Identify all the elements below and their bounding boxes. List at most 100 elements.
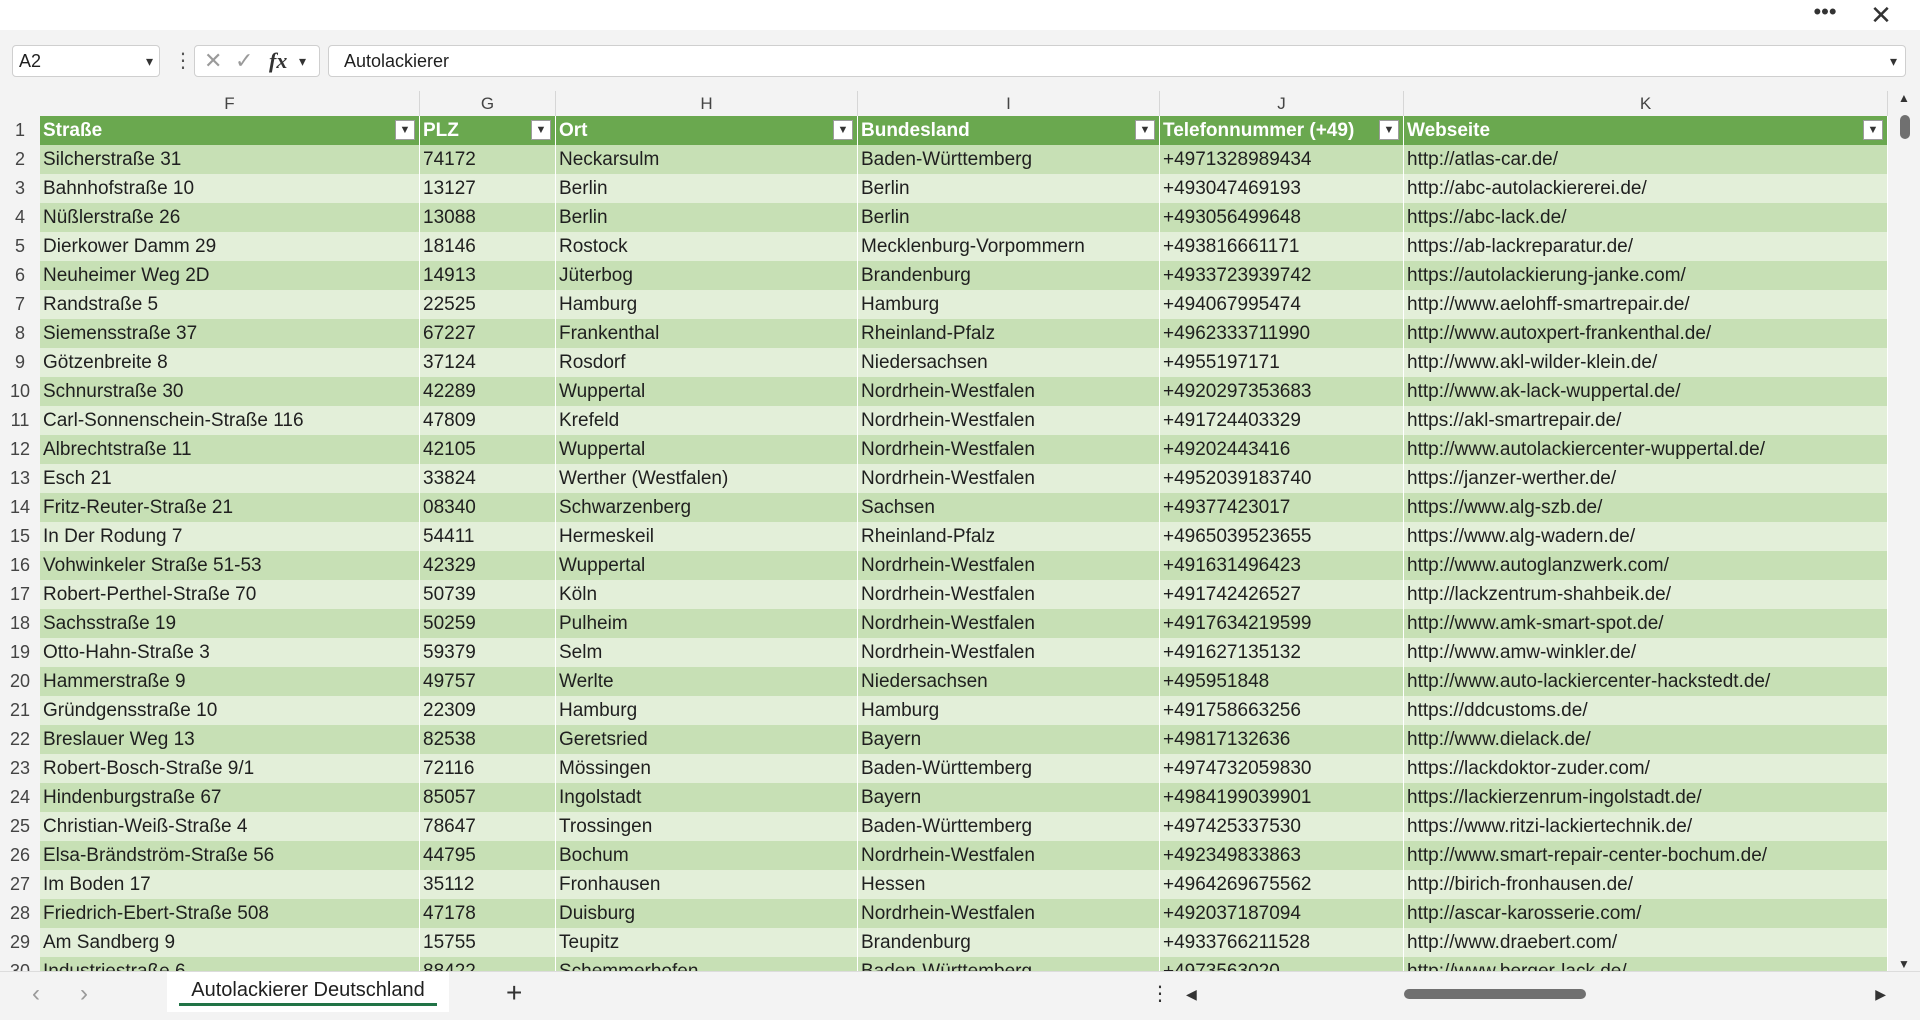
row-header[interactable]: 6 xyxy=(0,261,40,290)
row-header[interactable]: 18 xyxy=(0,609,40,638)
cell-ort[interactable]: Hamburg xyxy=(556,290,858,319)
row-header[interactable]: 15 xyxy=(0,522,40,551)
cell-webseite[interactable]: https://ddcustoms.de/ xyxy=(1404,696,1888,725)
header-cell-ort[interactable]: Ort ▼ xyxy=(556,116,858,145)
cell-telefonnummer[interactable]: +491627135132 xyxy=(1160,638,1404,667)
cell-bundesland[interactable]: Sachsen xyxy=(858,493,1160,522)
row-header[interactable]: 20 xyxy=(0,667,40,696)
cell-telefonnummer[interactable]: +491742426527 xyxy=(1160,580,1404,609)
filter-dropdown-icon[interactable]: ▼ xyxy=(1863,120,1883,140)
cell-strasse[interactable]: Vohwinkeler Straße 51-53 xyxy=(40,551,420,580)
row-header[interactable]: 23 xyxy=(0,754,40,783)
cell-strasse[interactable]: In Der Rodung 7 xyxy=(40,522,420,551)
cell-strasse[interactable]: Im Boden 17 xyxy=(40,870,420,899)
cell-ort[interactable]: Duisburg xyxy=(556,899,858,928)
cell-strasse[interactable]: Siemensstraße 37 xyxy=(40,319,420,348)
filter-dropdown-icon[interactable]: ▼ xyxy=(1135,120,1155,140)
cell-telefonnummer[interactable]: +4952039183740 xyxy=(1160,464,1404,493)
cell-ort[interactable]: Köln xyxy=(556,580,858,609)
cell-bundesland[interactable]: Nordrhein-Westfalen xyxy=(858,580,1160,609)
cell-ort[interactable]: Rosdorf xyxy=(556,348,858,377)
row-header[interactable]: 11 xyxy=(0,406,40,435)
formula-input[interactable]: Autolackierer ▾ xyxy=(328,45,1906,77)
cell-telefonnummer[interactable]: +494067995474 xyxy=(1160,290,1404,319)
row-header[interactable]: 8 xyxy=(0,319,40,348)
horizontal-scroll-thumb[interactable] xyxy=(1404,989,1586,999)
scroll-down-icon[interactable]: ▼ xyxy=(1898,957,1910,971)
cell-bundesland[interactable]: Hessen xyxy=(858,870,1160,899)
cell-telefonnummer[interactable]: +49377423017 xyxy=(1160,493,1404,522)
row-header[interactable]: 16 xyxy=(0,551,40,580)
filter-dropdown-icon[interactable]: ▼ xyxy=(531,120,551,140)
cell-strasse[interactable]: Silcherstraße 31 xyxy=(40,145,420,174)
cell-ort[interactable]: Schemmerhofen xyxy=(556,957,858,971)
cell-telefonnummer[interactable]: +4974732059830 xyxy=(1160,754,1404,783)
cell-ort[interactable]: Selm xyxy=(556,638,858,667)
cell-plz[interactable]: 22309 xyxy=(420,696,556,725)
cell-ort[interactable]: Werther (Westfalen) xyxy=(556,464,858,493)
row-header[interactable]: 25 xyxy=(0,812,40,841)
cell-ort[interactable]: Frankenthal xyxy=(556,319,858,348)
cell-telefonnummer[interactable]: +491631496423 xyxy=(1160,551,1404,580)
cell-webseite[interactable]: http://www.akl-wilder-klein.de/ xyxy=(1404,348,1888,377)
add-sheet-icon[interactable]: + xyxy=(506,978,522,1008)
cell-bundesland[interactable]: Nordrhein-Westfalen xyxy=(858,435,1160,464)
cell-bundesland[interactable]: Nordrhein-Westfalen xyxy=(858,551,1160,580)
cell-ort[interactable]: Geretsried xyxy=(556,725,858,754)
cell-telefonnummer[interactable]: +493816661171 xyxy=(1160,232,1404,261)
cell-telefonnummer[interactable]: +4964269675562 xyxy=(1160,870,1404,899)
header-cell-telefonnummer[interactable]: Telefonnummer (+49) ▼ xyxy=(1160,116,1404,145)
cell-bundesland[interactable]: Berlin xyxy=(858,174,1160,203)
close-icon[interactable]: ✕ xyxy=(1866,2,1896,28)
cell-ort[interactable]: Rostock xyxy=(556,232,858,261)
cell-strasse[interactable]: Esch 21 xyxy=(40,464,420,493)
cell-bundesland[interactable]: Nordrhein-Westfalen xyxy=(858,464,1160,493)
cell-telefonnummer[interactable]: +493047469193 xyxy=(1160,174,1404,203)
cell-ort[interactable]: Krefeld xyxy=(556,406,858,435)
column-header-i[interactable]: I xyxy=(858,91,1160,116)
cell-plz[interactable]: 50259 xyxy=(420,609,556,638)
cell-bundesland[interactable]: Rheinland-Pfalz xyxy=(858,319,1160,348)
cell-strasse[interactable]: Otto-Hahn-Straße 3 xyxy=(40,638,420,667)
confirm-icon[interactable]: ✓ xyxy=(235,48,253,74)
row-header[interactable]: 5 xyxy=(0,232,40,261)
cell-strasse[interactable]: Carl-Sonnenschein-Straße 116 xyxy=(40,406,420,435)
cell-webseite[interactable]: https://www.ritzi-lackiertechnik.de/ xyxy=(1404,812,1888,841)
row-header[interactable]: 27 xyxy=(0,870,40,899)
cell-telefonnummer[interactable]: +491758663256 xyxy=(1160,696,1404,725)
cell-bundesland[interactable]: Brandenburg xyxy=(858,928,1160,957)
cell-plz[interactable]: 78647 xyxy=(420,812,556,841)
cell-telefonnummer[interactable]: +4962333711990 xyxy=(1160,319,1404,348)
filter-dropdown-icon[interactable]: ▼ xyxy=(833,120,853,140)
cell-ort[interactable]: Wuppertal xyxy=(556,377,858,406)
column-header-k[interactable]: K xyxy=(1404,91,1888,116)
cell-strasse[interactable]: Götzenbreite 8 xyxy=(40,348,420,377)
cell-ort[interactable]: Wuppertal xyxy=(556,435,858,464)
row-header[interactable]: 17 xyxy=(0,580,40,609)
cell-strasse[interactable]: Robert-Bosch-Straße 9/1 xyxy=(40,754,420,783)
cell-bundesland[interactable]: Baden-Württemberg xyxy=(858,812,1160,841)
more-options-icon[interactable]: ••• xyxy=(1808,1,1842,28)
cell-bundesland[interactable]: Baden-Württemberg xyxy=(858,145,1160,174)
row-header[interactable]: 1 xyxy=(0,116,40,145)
cell-telefonnummer[interactable]: +4920297353683 xyxy=(1160,377,1404,406)
row-header[interactable]: 30 xyxy=(0,957,40,971)
cell-strasse[interactable]: Christian-Weiß-Straße 4 xyxy=(40,812,420,841)
cell-plz[interactable]: 14913 xyxy=(420,261,556,290)
cell-plz[interactable]: 49757 xyxy=(420,667,556,696)
cell-telefonnummer[interactable]: +4955197171 xyxy=(1160,348,1404,377)
cell-strasse[interactable]: Elsa-Brändström-Straße 56 xyxy=(40,841,420,870)
row-header[interactable]: 21 xyxy=(0,696,40,725)
cell-plz[interactable]: 15755 xyxy=(420,928,556,957)
cell-bundesland[interactable]: Nordrhein-Westfalen xyxy=(858,609,1160,638)
column-header-g[interactable]: G xyxy=(420,91,556,116)
cell-ort[interactable]: Berlin xyxy=(556,174,858,203)
cell-bundesland[interactable]: Bayern xyxy=(858,725,1160,754)
cell-telefonnummer[interactable]: +4917634219599 xyxy=(1160,609,1404,638)
column-header-f[interactable]: F xyxy=(40,91,420,116)
cell-plz[interactable]: 42289 xyxy=(420,377,556,406)
cell-strasse[interactable]: Bahnhofstraße 10 xyxy=(40,174,420,203)
cell-webseite[interactable]: https://lackierzenrum-ingolstadt.de/ xyxy=(1404,783,1888,812)
cell-bundesland[interactable]: Hamburg xyxy=(858,696,1160,725)
cell-webseite[interactable]: http://www.amw-winkler.de/ xyxy=(1404,638,1888,667)
